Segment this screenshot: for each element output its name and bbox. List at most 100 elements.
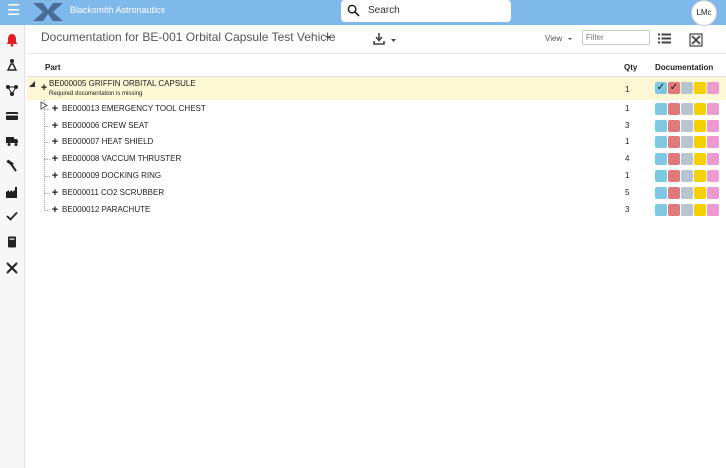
doc-status-pink[interactable]	[707, 120, 719, 132]
bell-icon[interactable]	[5, 33, 19, 47]
tree-row[interactable]: + BE000011 CO2 SCRUBBER 5	[27, 185, 726, 202]
column-header-part[interactable]: Part	[45, 63, 61, 72]
doc-status-blue[interactable]	[655, 153, 667, 165]
documentation-status	[655, 153, 720, 165]
doc-status-gray[interactable]	[681, 204, 693, 216]
doc-status-yellow[interactable]	[694, 103, 706, 115]
documentation-status	[655, 136, 720, 148]
part-name[interactable]: BE000009 DOCKING RING	[62, 171, 161, 180]
doc-status-yellow[interactable]	[694, 120, 706, 132]
plus-icon: +	[51, 103, 59, 115]
doc-status-gray[interactable]	[681, 82, 693, 94]
part-name[interactable]: BE000008 VACCUM THRUSTER	[62, 154, 181, 163]
menu-icon[interactable]: ☰	[7, 3, 21, 19]
doc-status-pink[interactable]	[707, 153, 719, 165]
doc-status-red[interactable]	[668, 187, 680, 199]
doc-status-red[interactable]	[668, 170, 680, 182]
tree-row[interactable]: + BE000012 PARACHUTE 3	[27, 202, 726, 219]
tree-row-root[interactable]: + BE000005 GRIFFIN ORBITAL CAPSULE Requi…	[27, 77, 726, 100]
doc-status-red[interactable]	[668, 103, 680, 115]
doc-status-yellow[interactable]	[694, 187, 706, 199]
doc-status-yellow[interactable]	[694, 136, 706, 148]
search-box[interactable]: Search	[341, 0, 511, 22]
part-name[interactable]: BE000011 CO2 SCRUBBER	[62, 188, 164, 197]
part-name[interactable]: BE000013 EMERGENCY TOOL CHEST	[62, 104, 206, 113]
avatar[interactable]: LMc	[691, 0, 717, 26]
documentation-status	[655, 170, 720, 182]
download-icon[interactable]	[372, 32, 396, 46]
view-button[interactable]: View	[545, 34, 562, 43]
doc-status-blue[interactable]	[655, 103, 667, 115]
doc-status-pink[interactable]	[707, 187, 719, 199]
doc-status-yellow[interactable]	[694, 153, 706, 165]
doc-status-pink[interactable]	[707, 170, 719, 182]
tree-row[interactable]: + BE000008 VACCUM THRUSTER 4	[27, 151, 726, 168]
part-qty: 5	[625, 188, 630, 197]
search-placeholder: Search	[368, 5, 400, 16]
check-icon[interactable]	[5, 209, 19, 223]
doc-status-blue[interactable]	[655, 120, 667, 132]
tree-row[interactable]: + BE000013 EMERGENCY TOOL CHEST 1	[27, 101, 726, 118]
hammer-icon[interactable]	[5, 159, 19, 173]
doc-status-red[interactable]: ✓	[668, 82, 680, 94]
part-qty: 1	[625, 85, 630, 94]
part-name[interactable]: BE000006 CREW SEAT	[62, 121, 149, 130]
doc-status-blue[interactable]	[655, 187, 667, 199]
tree-row[interactable]: + BE000007 HEAT SHIELD 1	[27, 134, 726, 151]
doc-status-gray[interactable]	[681, 187, 693, 199]
doc-status-yellow[interactable]	[694, 170, 706, 182]
doc-status-red[interactable]	[668, 136, 680, 148]
plus-icon: +	[51, 136, 59, 148]
doc-status-blue[interactable]: ✓	[655, 82, 667, 94]
doc-status-blue[interactable]	[655, 136, 667, 148]
doc-status-gray[interactable]	[681, 136, 693, 148]
documentation-status	[655, 103, 720, 115]
tree-connector-branch	[44, 193, 50, 194]
tree-connector-branch	[44, 159, 50, 160]
tree-row[interactable]: + BE000009 DOCKING RING 1	[27, 168, 726, 185]
part-qty: 3	[625, 121, 630, 130]
doc-status-red[interactable]	[668, 153, 680, 165]
doc-status-gray[interactable]	[681, 170, 693, 182]
doc-status-yellow[interactable]	[694, 204, 706, 216]
column-header-qty[interactable]: Qty	[624, 63, 637, 72]
list-view-icon[interactable]	[658, 33, 671, 44]
doc-status-yellow[interactable]	[694, 82, 706, 94]
documentation-status	[655, 120, 720, 132]
card-icon[interactable]	[5, 109, 19, 123]
factory-icon[interactable]	[5, 185, 19, 199]
page-title[interactable]: Documentation for BE-001 Orbital Capsule…	[41, 30, 336, 44]
title-chevron-down-icon[interactable]	[325, 36, 331, 39]
filter-input[interactable]	[582, 30, 650, 45]
view-chevron-down-icon[interactable]	[568, 38, 572, 40]
doc-status-red[interactable]	[668, 120, 680, 132]
part-name[interactable]: BE000007 HEAT SHIELD	[62, 137, 153, 146]
book-icon[interactable]	[5, 235, 19, 249]
part-name[interactable]: BE000005 GRIFFIN ORBITAL CAPSULE	[49, 79, 196, 88]
part-name[interactable]: BE000012 PARACHUTE	[62, 205, 150, 214]
doc-status-blue[interactable]	[655, 170, 667, 182]
network-icon[interactable]	[5, 83, 19, 97]
column-header-documentation[interactable]: Documentation	[655, 63, 713, 72]
truck-icon[interactable]	[5, 134, 19, 148]
part-qty: 1	[625, 137, 630, 146]
collapse-triangle-icon[interactable]	[29, 81, 35, 87]
doc-status-gray[interactable]	[681, 120, 693, 132]
documentation-status	[655, 187, 720, 199]
doc-status-pink[interactable]	[707, 103, 719, 115]
tree-row[interactable]: + BE000006 CREW SEAT 3	[27, 118, 726, 135]
people-icon[interactable]	[5, 58, 19, 72]
doc-status-gray[interactable]	[681, 103, 693, 115]
excel-export-icon[interactable]	[689, 33, 703, 47]
doc-status-pink[interactable]	[707, 136, 719, 148]
doc-status-pink[interactable]	[707, 82, 719, 94]
plus-icon: +	[51, 120, 59, 132]
doc-status-blue[interactable]	[655, 204, 667, 216]
doc-status-gray[interactable]	[681, 153, 693, 165]
part-qty: 4	[625, 154, 630, 163]
plus-icon: +	[51, 204, 59, 216]
doc-status-red[interactable]	[668, 204, 680, 216]
tree-connector-branch	[44, 126, 50, 127]
tools-icon[interactable]	[5, 261, 19, 275]
doc-status-pink[interactable]	[707, 204, 719, 216]
